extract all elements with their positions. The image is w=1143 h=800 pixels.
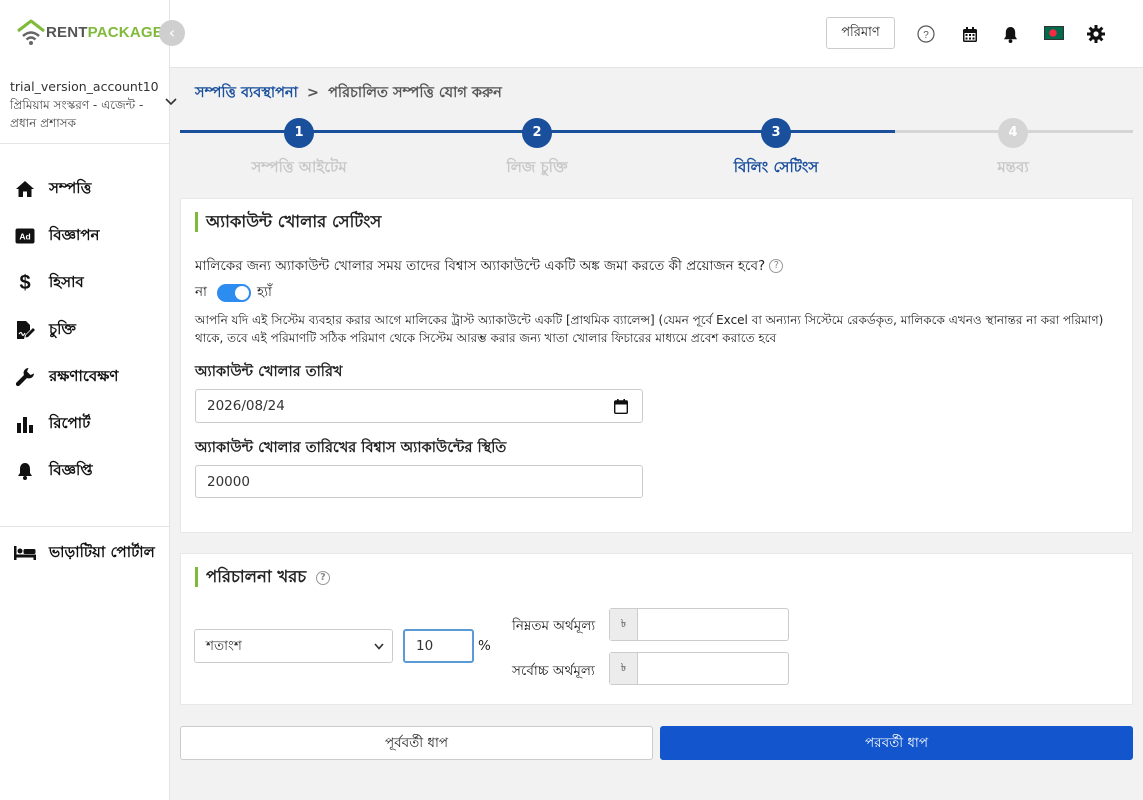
step-2-label: লিজ চুক্তি	[506, 158, 568, 176]
min-amount-label: নিম্নতম অর্থমূল্য	[512, 618, 596, 634]
toggle-no-label: না	[195, 284, 207, 300]
sidebar: RENTPACKAGE trial_version_account10 প্রি…	[0, 0, 177, 800]
sidebar-item-label: হিসাব	[49, 272, 84, 291]
currency-addon: ৳	[610, 653, 638, 684]
help-icon[interactable]: ?	[315, 570, 330, 585]
management-fee-title-text: পরিচালনা খরচ	[206, 567, 307, 586]
logo[interactable]: RENTPACKAGE	[16, 18, 163, 46]
bell-icon[interactable]	[1000, 24, 1020, 44]
percent-unit: %	[478, 638, 491, 654]
currency-addon: ৳	[610, 609, 638, 640]
divider	[0, 143, 170, 144]
max-amount-label: সর্বোচ্চ অর্থমূল্য	[512, 663, 595, 679]
account-switcher[interactable]: trial_version_account10 প্রিমিয়াম সংস্ক…	[10, 78, 168, 132]
min-amount-input-group[interactable]: ৳	[609, 608, 789, 641]
breadcrumb-separator: >	[306, 85, 320, 101]
fee-type-select[interactable]: শতাংশ	[194, 629, 393, 663]
opening-balance-value: 20000	[207, 473, 250, 490]
opening-date-field[interactable]: 2026/08/24	[195, 389, 643, 423]
sidebar-item-contracts[interactable]: চুক্তি	[14, 318, 76, 342]
max-amount-input-group[interactable]: ৳	[609, 652, 789, 685]
dollar-icon: $	[19, 271, 31, 294]
svg-text:Ad: Ad	[19, 232, 30, 242]
contract-icon	[14, 319, 36, 341]
step-1-label: সম্পত্তি আইটেম	[251, 158, 347, 176]
wrench-icon	[14, 366, 36, 388]
quantity-button[interactable]: পরিমাণ	[826, 17, 895, 49]
sidebar-item-accounts[interactable]: $ হিসাব	[14, 271, 84, 295]
previous-step-button[interactable]: পূর্ববর্তী ধাপ	[180, 726, 653, 760]
account-opening-card: অ্যাকাউন্ট খোলার সেটিংস মালিকের জন্য অ্য…	[180, 198, 1133, 533]
opening-balance-input[interactable]: 20000	[195, 465, 643, 498]
min-amount-input[interactable]	[638, 609, 788, 640]
bed-icon	[14, 542, 36, 564]
sidebar-item-label: চুক্তি	[49, 319, 76, 338]
account-opening-title: অ্যাকাউন্ট খোলার সেটিংস	[195, 212, 381, 232]
sidebar-item-tenant-portal[interactable]: ভাড়াটিয়া পোর্টাল	[14, 541, 155, 565]
bangladesh-flag-icon[interactable]	[1043, 25, 1065, 41]
sidebar-item-ads[interactable]: Ad বিজ্ঞাপন	[14, 224, 99, 248]
step-4-label: মন্তব্য	[997, 158, 1029, 176]
fee-percent-value: 10	[416, 638, 434, 654]
max-amount-input[interactable]	[638, 653, 788, 684]
chevron-down-icon[interactable]	[165, 97, 177, 107]
step-2-circle[interactable]: 2	[522, 118, 552, 148]
sidebar-item-label: ভাড়াটিয়া পোর্টাল	[49, 542, 155, 561]
help-icon[interactable]: ?	[769, 259, 784, 273]
bell-icon	[14, 460, 36, 482]
step-1-circle[interactable]: 1	[284, 118, 314, 148]
fee-percent-input[interactable]: 10	[403, 629, 474, 663]
help-icon[interactable]: ?	[916, 24, 936, 44]
toggle-yes-label: হ্যাঁ	[256, 284, 272, 300]
sidebar-item-label: বিজ্ঞপ্তি	[49, 460, 93, 479]
account-role: প্রিমিয়াম সংস্করণ - এজেন্ট - প্রধান প্র…	[10, 98, 144, 130]
fee-type-selected: শতাংশ	[206, 637, 242, 654]
breadcrumb-current: পরিচালিত সম্পত্তি যোগ করুন	[328, 85, 502, 101]
breadcrumb: সম্পত্তি ব্যবস্থাপনা > পরিচালিত সম্পত্তি…	[195, 82, 502, 106]
account-name: trial_version_account10	[10, 79, 159, 94]
sidebar-item-label: সম্পত্তি	[49, 178, 92, 197]
wifi-home-logo-icon	[17, 19, 45, 45]
sidebar-item-reports[interactable]: রিপোর্ট	[14, 412, 90, 436]
app-root: RENTPACKAGE trial_version_account10 প্রি…	[0, 0, 1143, 800]
topbar: পরিমাণ ?	[170, 0, 1143, 68]
svg-text:?: ?	[923, 30, 929, 41]
question-text: মালিকের জন্য অ্যাকাউন্ট খোলার সময় তাদের…	[195, 258, 766, 274]
opening-date-value: 2026/08/24	[207, 398, 285, 414]
divider	[0, 526, 170, 527]
sidebar-item-notifications[interactable]: বিজ্ঞপ্তি	[14, 459, 93, 483]
sidebar-item-label: রিপোর্ট	[49, 413, 91, 432]
brand-package: PACKAGE	[87, 23, 163, 41]
bar-chart-icon	[14, 413, 36, 435]
gear-icon[interactable]	[1086, 24, 1106, 44]
step-3-label: বিলিং সেটিংস	[733, 158, 819, 176]
breadcrumb-link-property-management[interactable]: সম্পত্তি ব্যবস্থাপনা	[195, 85, 298, 101]
step-4-circle[interactable]: 4	[998, 118, 1028, 148]
deposit-toggle[interactable]	[216, 283, 251, 302]
collapse-sidebar-button[interactable]: ‹	[159, 20, 185, 46]
chevron-down-icon	[374, 642, 384, 650]
sidebar-item-label: রক্ষণাবেক্ষণ	[49, 366, 119, 385]
opening-balance-description: আপনি যদি এই সিস্টেম ব্যবহার করার আগে মাল…	[195, 313, 1104, 345]
sidebar-item-maintenance[interactable]: রক্ষণাবেক্ষণ	[14, 365, 118, 389]
next-step-button[interactable]: পরবর্তী ধাপ	[660, 726, 1133, 760]
step-3-circle[interactable]: 3	[761, 118, 791, 148]
management-fee-card: পরিচালনা খরচ ? শতাংশ 10 % নিম্নতম অর্থমূ…	[180, 553, 1133, 705]
account-opening-question: মালিকের জন্য অ্যাকাউন্ট খোলার সময় তাদের…	[195, 255, 784, 278]
home-icon	[14, 178, 36, 200]
calendar-icon[interactable]	[614, 399, 628, 414]
ad-icon: Ad	[14, 225, 36, 247]
stepper: 1 সম্পত্তি আইটেম 2 লিজ চুক্তি 3 বিলিং সে…	[180, 116, 1133, 176]
toggle-knob	[234, 285, 249, 300]
opening-balance-label: অ্যাকাউন্ট খোলার তারিখের বিশ্বাস অ্যাকাউ…	[195, 440, 507, 456]
brand-rent: RENT	[46, 23, 88, 41]
sidebar-item-property[interactable]: সম্পত্তি	[14, 177, 91, 201]
sidebar-item-label: বিজ্ঞাপন	[49, 225, 100, 244]
brand-name: RENTPACKAGE	[46, 24, 163, 41]
deposit-toggle-row: না হ্যাঁ	[195, 281, 272, 304]
management-fee-title: পরিচালনা খরচ ?	[195, 567, 330, 587]
calendar-icon[interactable]	[960, 24, 980, 44]
opening-date-label: অ্যাকাউন্ট খোলার তারিখ	[195, 364, 343, 380]
